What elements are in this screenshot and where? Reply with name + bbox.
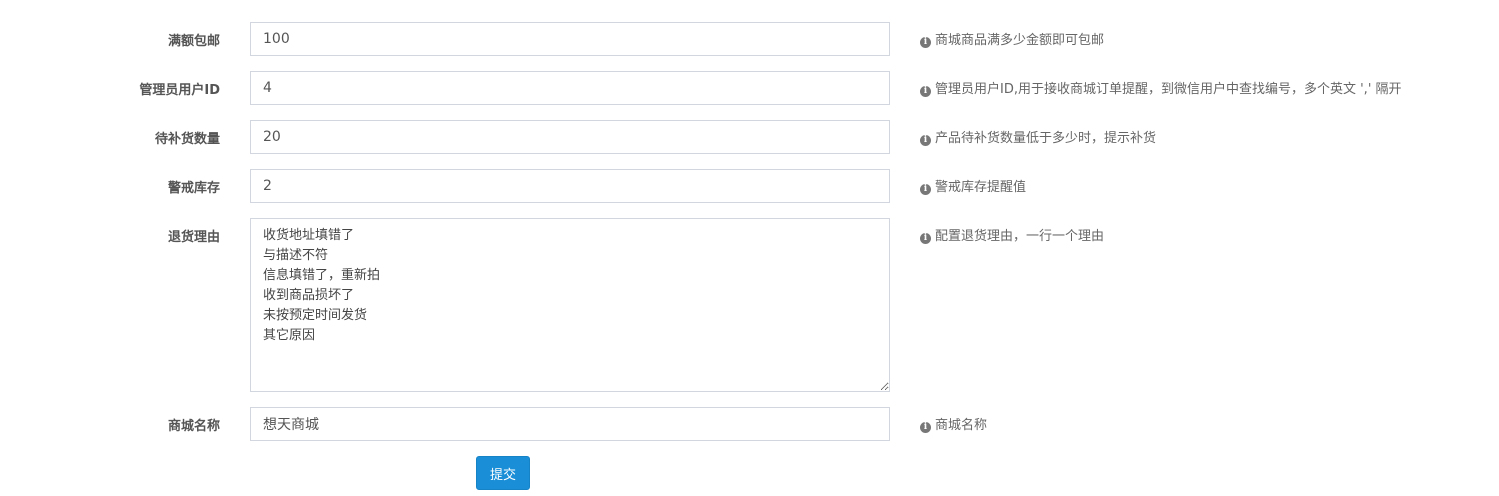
restock-quantity-input[interactable] [250,120,890,154]
info-icon: i [920,233,931,244]
shop-name-input[interactable] [250,407,890,441]
admin-user-id-label: 管理员用户ID [139,83,220,98]
submit-button[interactable]: 提交 [476,456,530,490]
shop-name-help-text: 商城名称 [935,418,988,433]
return-reasons-help-text: 配置退货理由，一行一个理由 [935,229,1105,244]
info-icon: i [920,422,931,433]
stock-warning-input[interactable] [250,169,890,203]
return-reasons-textarea[interactable] [250,218,890,392]
info-icon: i [920,37,931,48]
stock-warning-help: i 警戒库存提醒值 [920,176,1026,195]
info-icon: i [920,184,931,195]
restock-quantity-help: i 产品待补货数量低于多少时，提示补货 [920,127,1156,146]
info-icon: i [920,135,931,146]
shop-name-help: i 商城名称 [920,414,987,433]
free-shipping-label: 满额包邮 [167,34,220,49]
return-reasons-help: i 配置退货理由，一行一个理由 [920,225,1104,244]
info-icon: i [920,86,931,97]
admin-user-id-input[interactable] [250,71,890,105]
return-reasons-label: 退货理由 [167,230,220,245]
free-shipping-input[interactable] [250,22,890,56]
stock-warning-label: 警戒库存 [167,181,220,196]
free-shipping-help: i 商城商品满多少金额即可包邮 [920,29,1104,48]
restock-quantity-help-text: 产品待补货数量低于多少时，提示补货 [935,131,1157,146]
stock-warning-help-text: 警戒库存提醒值 [935,180,1027,195]
free-shipping-help-text: 商城商品满多少金额即可包邮 [935,33,1105,48]
admin-user-id-help-text: 管理员用户ID,用于接收商城订单提醒，到微信用户中查找编号，多个英文 ',' 隔… [935,82,1402,97]
settings-form: 满额包邮 i 商城商品满多少金额即可包邮 管理员用户ID i 管理员用户ID,用于接… [0,0,1499,496]
admin-user-id-help: i 管理员用户ID,用于接收商城订单提醒，到微信用户中查找编号，多个英文 ',' … [920,78,1402,97]
restock-quantity-label: 待补货数量 [154,132,220,147]
shop-name-label: 商城名称 [167,419,220,434]
